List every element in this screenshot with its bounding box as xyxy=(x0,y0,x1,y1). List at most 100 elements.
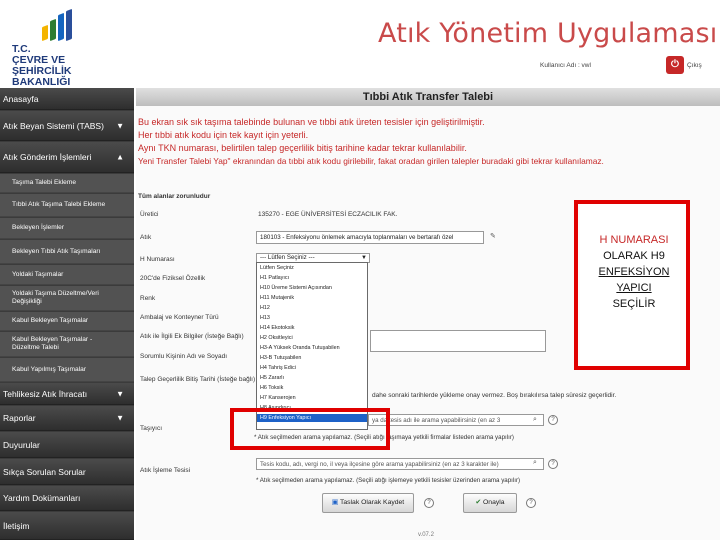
h-number-option[interactable]: H10 Üreme Sistemi Açısından xyxy=(257,284,367,292)
sidebar-item-label: Yoldaki Taşımalar xyxy=(12,270,64,278)
validity-label: Talep Geçerlilik Bitiş Tarihi (İsteğe ba… xyxy=(140,376,256,383)
info-line: Her tıbbi atık kodu için tek kayıt için … xyxy=(138,130,309,140)
callout-line-5: SEÇİLİR xyxy=(612,298,656,310)
sidebar-item-label: Bekleyen İşlemler xyxy=(12,224,65,231)
required-note: Tüm alanlar zorunludur xyxy=(138,193,211,200)
sidebar-item[interactable]: Atık Beyan Sistemi (TABS) ▼ xyxy=(0,111,134,141)
callout-line-3: ENFEKSİYON xyxy=(598,266,670,278)
sidebar-item[interactable]: Raporlar ▼ xyxy=(0,406,134,431)
callout-line-4: YAPICI xyxy=(616,282,652,294)
logout-link[interactable]: Çıkış xyxy=(687,62,702,69)
extra-info-textarea[interactable] xyxy=(370,330,546,352)
physical-property-label: 20C'de Fiziksel Özellik xyxy=(140,275,206,282)
carrier-search-placeholder: ya da tesis adı ile arama yapabilirsiniz… xyxy=(372,417,501,424)
h-number-option[interactable]: H4 Tahriş Edici xyxy=(257,364,367,372)
sidebar-item-label: Taşıma Talebi Ekleme xyxy=(12,179,77,186)
sidebar-item-label: Kabul Yapılmış Taşımalar xyxy=(12,365,87,373)
h-number-option[interactable]: Lütfen Seçiniz xyxy=(257,264,367,272)
sidebar-item[interactable]: Tehlikesiz Atık İhracatı ▼ xyxy=(0,383,134,405)
sidebar-item[interactable]: Yardım Dokümanları xyxy=(0,486,134,511)
version-text: v.07.2 xyxy=(418,532,434,538)
ministry-logo: T.C. ÇEVRE VE ŞEHİRCİLİK BAKANLIĞI xyxy=(6,4,118,88)
sidebar-item[interactable]: Sıkça Sorulan Sorular xyxy=(0,459,134,485)
carrier-search-input[interactable]: ya da tesis adı ile arama yapabilirsiniz… xyxy=(368,414,544,426)
sidebar-item-label: Anasayfa xyxy=(3,93,39,104)
carrier-label: Taşıyıcı xyxy=(140,425,163,432)
help-icon[interactable]: ? xyxy=(548,459,558,469)
h-number-option[interactable]: H7 Kanserojen xyxy=(257,394,367,402)
sidebar-item[interactable]: Kabul Bekleyen Taşımalar xyxy=(0,312,134,331)
sidebar-item[interactable]: Bekleyen Tıbbi Atık Taşımaları xyxy=(0,240,134,264)
sidebar-item[interactable]: Taşıma Talebi Ekleme xyxy=(0,174,134,193)
packaging-label: Ambalaj ve Konteyner Türü xyxy=(140,314,219,321)
app-title: Atık Yönetim Uygulaması xyxy=(378,18,718,49)
sidebar-item[interactable]: Duyurular xyxy=(0,432,134,458)
chevron-down-icon: ▼ xyxy=(116,413,124,423)
h-number-option[interactable]: H14 Ekotoksik xyxy=(257,324,367,332)
h-number-option[interactable]: H3-B Tutuşabilen xyxy=(257,354,367,362)
approve-label: Onayla xyxy=(483,499,505,506)
sidebar-item-label: Kabul Bekleyen Taşımalar xyxy=(12,317,89,324)
highlight-box xyxy=(230,408,390,450)
producer-label: Üretici xyxy=(140,211,159,218)
sidebar-item-label: Tehlikesiz Atık İhracatı xyxy=(3,388,88,399)
sidebar-item[interactable]: Anasayfa xyxy=(0,88,134,110)
sidebar-item-label: Raporlar xyxy=(3,413,36,423)
facility-search-input[interactable]: Tesis kodu, adı, vergi no, il veya ilçes… xyxy=(256,458,544,470)
sidebar-item[interactable]: Tıbbi Atık Taşıma Talebi Ekleme xyxy=(0,194,134,217)
help-icon[interactable]: ? xyxy=(424,498,434,508)
logout-icon[interactable]: ⏻ xyxy=(666,56,684,74)
waste-select[interactable]: 180103 - Enfeksiyonu önlemek amacıyla to… xyxy=(256,231,484,244)
h-number-option[interactable]: H5 Zararlı xyxy=(257,374,367,382)
sidebar-item-label: Atık Beyan Sistemi (TABS) xyxy=(3,120,104,131)
search-icon[interactable]: ⌕ xyxy=(533,416,537,424)
waste-pin-icon[interactable]: ✎ xyxy=(490,232,496,240)
sidebar-item[interactable]: Atık Gönderim İşlemleri ▲ xyxy=(0,142,134,173)
facility-label: Atık İşleme Tesisi xyxy=(140,467,191,474)
floppy-icon: ▣ xyxy=(331,499,339,506)
sidebar-item[interactable]: Kabul Bekleyen Taşımalar - Düzeltme Tale… xyxy=(0,332,134,357)
h-number-option[interactable]: H2 Oksitleyici xyxy=(257,334,367,342)
info-line: Aynı TKN numarası, belirtilen talep geçe… xyxy=(138,143,467,153)
save-draft-label: Taslak Olarak Kaydet xyxy=(339,499,405,506)
h-number-option[interactable]: H13 xyxy=(257,314,367,322)
h-number-option[interactable]: H1 Patlayıcı xyxy=(257,274,367,282)
producer-value: 135270 - EGE ÜNİVERSİTESİ ECZACILIK FAK. xyxy=(258,211,398,218)
sidebar-item[interactable]: Yoldaki Taşıma Düzeltme/Veri Değişikliği xyxy=(0,286,134,311)
ministry-line-2: ÇEVRE VE ŞEHİRCİLİK xyxy=(12,54,72,77)
sidebar-item[interactable]: Yoldaki Taşımalar xyxy=(0,265,134,285)
color-label: Renk xyxy=(140,295,156,302)
validity-note: dahe sonraki tarihlerde yükleme onay ver… xyxy=(372,392,617,399)
chevron-down-icon: ▼ xyxy=(361,255,367,261)
chevron-up-icon: ▲ xyxy=(116,152,124,162)
help-icon[interactable]: ? xyxy=(548,415,558,425)
callout-text: H NUMARASI OLARAK H9 ENFEKSİYON YAPICI S… xyxy=(580,232,688,312)
help-icon[interactable]: ? xyxy=(526,498,536,508)
chevron-down-icon: ▼ xyxy=(116,121,124,130)
search-icon[interactable]: ⌕ xyxy=(533,459,537,467)
sidebar-item-label: İletişim xyxy=(3,520,30,531)
sidebar-item[interactable]: Kabul Yapılmış Taşımalar xyxy=(0,358,134,382)
waste-label: Atık xyxy=(140,234,152,241)
sidebar-item-label: Yoldaki Taşıma Düzeltme/Veri Değişikliği xyxy=(12,290,99,305)
sidebar-item-label: Tıbbi Atık Taşıma Talebi Ekleme xyxy=(12,201,106,208)
ministry-name: T.C. ÇEVRE VE ŞEHİRCİLİK BAKANLIĞI xyxy=(12,44,118,88)
info-line: Yeni Transfer Talebi Yap" ekranından da … xyxy=(138,156,604,166)
facility-hint: * Atık seçilmeden arama yapılamaz. (Seçi… xyxy=(256,477,521,484)
sidebar-item-label: Sıkça Sorulan Sorular xyxy=(3,466,86,477)
h-number-option[interactable]: H12 xyxy=(257,304,367,312)
h-number-option[interactable]: H11 Mutajenik xyxy=(257,294,367,302)
info-line: Bu ekran sık sık taşıma talebinde buluna… xyxy=(138,117,485,127)
sidebar-item-label: Atık Gönderim İşlemleri xyxy=(3,152,92,162)
chevron-down-icon: ▼ xyxy=(116,389,124,398)
sidebar-item-label: Kabul Bekleyen Taşımalar - Düzeltme Tale… xyxy=(12,336,93,351)
callout-line-2: OLARAK H9 xyxy=(603,250,665,262)
sidebar-item[interactable]: İletişim xyxy=(0,512,134,540)
h-number-option[interactable]: H6 Toksik xyxy=(257,384,367,392)
approve-button[interactable]: ✔ Onayla xyxy=(463,493,517,513)
save-draft-button[interactable]: ▣ Taslak Olarak Kaydet xyxy=(322,493,414,513)
h-number-option[interactable]: H3-A Yüksek Oranda Tutuşabilen xyxy=(257,344,367,352)
extra-info-label: Atık ile İlgili Ek Bilgiler (İsteğe Bağl… xyxy=(140,333,244,340)
form-title: Tıbbi Atık Transfer Talebi xyxy=(136,88,720,106)
sidebar-item[interactable]: Bekleyen İşlemler xyxy=(0,218,134,239)
